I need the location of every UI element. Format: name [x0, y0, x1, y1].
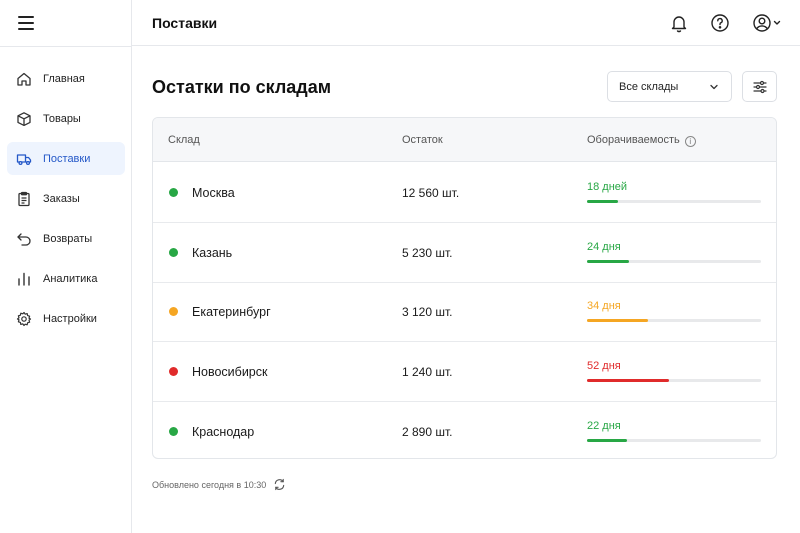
page-title: Поставки: [152, 15, 218, 31]
turnover-bar-fill: [587, 200, 619, 203]
table-row[interactable]: Москва 12 560 шт. 18 дней: [153, 163, 776, 223]
status-dot: [169, 188, 178, 197]
turnover-value: 18 дней: [587, 181, 628, 193]
section-title: Остатки по складам: [152, 77, 332, 97]
column-header-warehouse: Склад: [168, 134, 200, 146]
sliders-icon: [752, 80, 767, 93]
warehouse-name: Москва: [192, 186, 235, 200]
sidebar-item-returns[interactable]: Возвраты: [7, 222, 125, 255]
table-header: Склад Остаток Оборачиваемость i: [153, 118, 776, 162]
chart-icon: [16, 271, 32, 287]
sidebar-item-label: Аналитика: [43, 272, 98, 285]
turnover-bar: [587, 319, 761, 322]
warehouse-name: Екатеринбург: [192, 305, 271, 319]
turnover-bar: [587, 439, 761, 442]
info-icon[interactable]: i: [684, 136, 696, 147]
sidebar-nav: Главная Товары Поставки Заказы Возвраты: [7, 62, 125, 342]
sidebar-item-deliveries[interactable]: Поставки: [7, 142, 125, 175]
turnover-bar-fill: [587, 319, 648, 322]
turnover-bar-fill: [587, 260, 629, 263]
column-header-turnover-label: Оборачиваемость: [587, 134, 680, 146]
warehouse-stock-table: Склад Остаток Оборачиваемость i Москва 12…: [152, 117, 777, 459]
sidebar-item-settings[interactable]: Настройки: [7, 302, 125, 335]
column-header-turnover: Оборачиваемость i: [587, 134, 696, 147]
turnover-bar-fill: [587, 379, 669, 382]
table-row[interactable]: Краснодар 2 890 шт. 22 дня: [153, 402, 776, 458]
turnover-value: 34 дня: [587, 300, 621, 312]
warehouse-name: Краснодар: [192, 425, 255, 439]
stock-value: 1 240 шт.: [402, 365, 453, 379]
sidebar-divider: [0, 46, 131, 47]
box-icon: [16, 111, 32, 127]
home-icon: [16, 71, 32, 87]
warehouse-select-value: Все склады: [619, 80, 679, 93]
clipboard-icon: [16, 191, 32, 207]
sidebar-item-home[interactable]: Главная: [7, 62, 125, 95]
turnover-bar: [587, 200, 761, 203]
status-dot: [169, 367, 178, 376]
turnover-value: 22 дня: [587, 420, 621, 432]
warehouse-select[interactable]: Все склады: [607, 71, 732, 102]
bell-icon[interactable]: [668, 12, 690, 34]
status-dot: [169, 248, 178, 257]
refresh-icon[interactable]: [273, 478, 286, 491]
top-bar: Поставки: [132, 0, 800, 46]
column-header-stock: Остаток: [402, 134, 443, 146]
return-icon: [16, 231, 32, 247]
gear-icon: [16, 311, 32, 327]
filter-settings-button[interactable]: [742, 71, 777, 102]
sidebar-item-label: Главная: [43, 72, 85, 85]
table-row[interactable]: Новосибирск 1 240 шт. 52 дня: [153, 342, 776, 402]
sidebar-item-label: Товары: [43, 112, 81, 125]
sidebar-item-orders[interactable]: Заказы: [7, 182, 125, 215]
turnover-bar-fill: [587, 439, 628, 442]
sidebar: Главная Товары Поставки Заказы Возвраты: [0, 0, 132, 533]
sidebar-item-products[interactable]: Товары: [7, 102, 125, 135]
status-dot: [169, 307, 178, 316]
sidebar-item-label: Настройки: [43, 312, 97, 325]
turnover-value: 24 дня: [587, 241, 621, 253]
help-icon[interactable]: [709, 12, 731, 34]
menu-icon[interactable]: [18, 16, 34, 30]
warehouse-name: Новосибирск: [192, 365, 268, 379]
status-dot: [169, 427, 178, 436]
table-row[interactable]: Екатеринбург 3 120 шт. 34 дня: [153, 282, 776, 342]
stock-value: 2 890 шт.: [402, 425, 453, 439]
stock-value: 5 230 шт.: [402, 246, 453, 260]
turnover-bar: [587, 379, 761, 382]
turnover-bar: [587, 260, 761, 263]
sidebar-item-label: Поставки: [43, 152, 91, 165]
table-row[interactable]: Казань 5 230 шт. 24 дня: [153, 223, 776, 283]
sidebar-item-label: Возвраты: [43, 232, 93, 245]
sidebar-item-analytics[interactable]: Аналитика: [7, 262, 125, 295]
turnover-value: 52 дня: [587, 360, 621, 372]
account-menu[interactable]: [751, 12, 787, 34]
stock-value: 12 560 шт.: [402, 186, 460, 200]
sidebar-item-label: Заказы: [43, 192, 80, 205]
last-updated-text: Обновлено сегодня в 10:30: [152, 480, 267, 490]
chevron-down-icon: [710, 84, 718, 90]
truck-icon: [16, 151, 32, 167]
warehouse-name: Казань: [192, 246, 233, 260]
stock-value: 3 120 шт.: [402, 305, 453, 319]
